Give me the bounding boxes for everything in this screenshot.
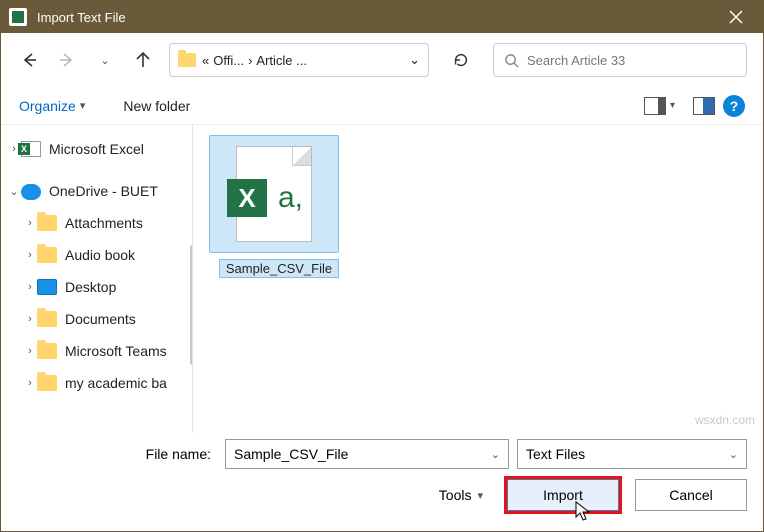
folder-icon [178, 53, 196, 67]
dialog-body: › Microsoft Excel ⌄ OneDrive - BUET ›Att… [1, 125, 763, 433]
forward-button[interactable] [55, 48, 79, 72]
filename-label: File name: [17, 446, 217, 462]
window-title: Import Text File [37, 10, 126, 25]
folder-icon [37, 343, 57, 359]
refresh-icon [452, 51, 470, 69]
chevron-right-icon[interactable]: › [23, 281, 37, 293]
search-input[interactable]: Search Article 33 [493, 43, 747, 77]
recent-dropdown[interactable]: ⌄ [93, 48, 117, 72]
chevron-down-icon[interactable]: ⌄ [729, 448, 738, 461]
chevron-down-icon[interactable]: ⌄ [491, 448, 500, 461]
import-button[interactable]: Import [507, 479, 619, 511]
folder-icon [37, 375, 57, 391]
arrow-up-icon [134, 51, 152, 69]
filetype-select[interactable]: Text Files ⌄ [517, 439, 747, 469]
csv-file-icon: X a, [236, 146, 312, 242]
search-icon [504, 53, 519, 68]
breadcrumb[interactable]: « Offi... › Article ... ⌄ [169, 43, 429, 77]
titlebar: Import Text File [1, 1, 763, 33]
close-icon [729, 10, 743, 24]
arrow-right-icon [58, 51, 76, 69]
onedrive-icon [21, 184, 41, 200]
crumb-segment[interactable]: Offi... [213, 53, 244, 68]
tree-item-folder[interactable]: ›my academic ba [1, 367, 192, 399]
chevron-down-icon[interactable]: ▾ [670, 100, 675, 111]
tree-item-excel[interactable]: › Microsoft Excel [1, 133, 192, 165]
help-button[interactable]: ? [723, 95, 745, 117]
organize-menu[interactable]: Organize▾ [19, 98, 85, 114]
excel-icon [21, 141, 41, 157]
tree-item-folder[interactable]: ›Attachments [1, 207, 192, 239]
tree-item-folder[interactable]: ›Microsoft Teams [1, 335, 192, 367]
chevron-right-icon[interactable]: › [23, 217, 37, 229]
chevron-down-icon[interactable]: ⌄ [7, 185, 21, 198]
crumb-prefix: « [202, 53, 209, 68]
dialog-footer: File name: Sample_CSV_File ⌄ Text Files … [1, 433, 763, 523]
filename-input[interactable]: Sample_CSV_File ⌄ [225, 439, 509, 469]
tree-item-onedrive[interactable]: ⌄ OneDrive - BUET [1, 175, 192, 207]
view-mode-button[interactable] [644, 97, 666, 115]
file-list[interactable]: X a, Sample_CSV_File wsxdn.com [193, 125, 763, 433]
excel-app-icon [9, 8, 27, 26]
folder-icon [37, 215, 57, 231]
chevron-right-icon[interactable]: › [23, 345, 37, 357]
refresh-button[interactable] [449, 48, 473, 72]
tree-item-folder[interactable]: ›Desktop [1, 271, 192, 303]
import-dialog: Import Text File ⌄ « Offi... › Article .… [0, 0, 764, 532]
toolbar: Organize▾ New folder ▾ ? [1, 87, 763, 125]
folder-icon [37, 311, 57, 327]
help-icon: ? [730, 98, 739, 114]
chevron-right-icon[interactable]: › [23, 313, 37, 325]
tree-item-folder[interactable]: ›Audio book [1, 239, 192, 271]
file-item[interactable]: X a, Sample_CSV_File [209, 135, 349, 278]
tree-item-folder[interactable]: ›Documents [1, 303, 192, 335]
chevron-down-icon: ⌄ [100, 54, 109, 67]
chevron-down-icon[interactable]: ⌄ [409, 52, 420, 68]
chevron-right-icon[interactable]: › [23, 377, 37, 389]
desktop-icon [37, 279, 57, 295]
back-button[interactable] [17, 48, 41, 72]
preview-pane-button[interactable] [693, 97, 715, 115]
chevron-right-icon[interactable]: › [23, 249, 37, 261]
file-name-label: Sample_CSV_File [219, 259, 339, 278]
crumb-segment[interactable]: Article ... [256, 53, 307, 68]
nav-row: ⌄ « Offi... › Article ... ⌄ Search Artic… [1, 33, 763, 87]
folder-tree: › Microsoft Excel ⌄ OneDrive - BUET ›Att… [1, 125, 193, 433]
chevron-down-icon: ▾ [477, 489, 483, 502]
file-thumbnail: X a, [209, 135, 339, 253]
new-folder-button[interactable]: New folder [123, 98, 190, 114]
chevron-right-icon: › [248, 53, 252, 68]
arrow-left-icon [20, 51, 38, 69]
chevron-down-icon: ▾ [80, 99, 86, 112]
close-button[interactable] [713, 1, 759, 33]
tools-menu[interactable]: Tools▾ [439, 487, 483, 503]
search-placeholder: Search Article 33 [527, 53, 625, 68]
up-button[interactable] [131, 48, 155, 72]
cancel-button[interactable]: Cancel [635, 479, 747, 511]
folder-icon [37, 247, 57, 263]
watermark: wsxdn.com [695, 413, 755, 427]
